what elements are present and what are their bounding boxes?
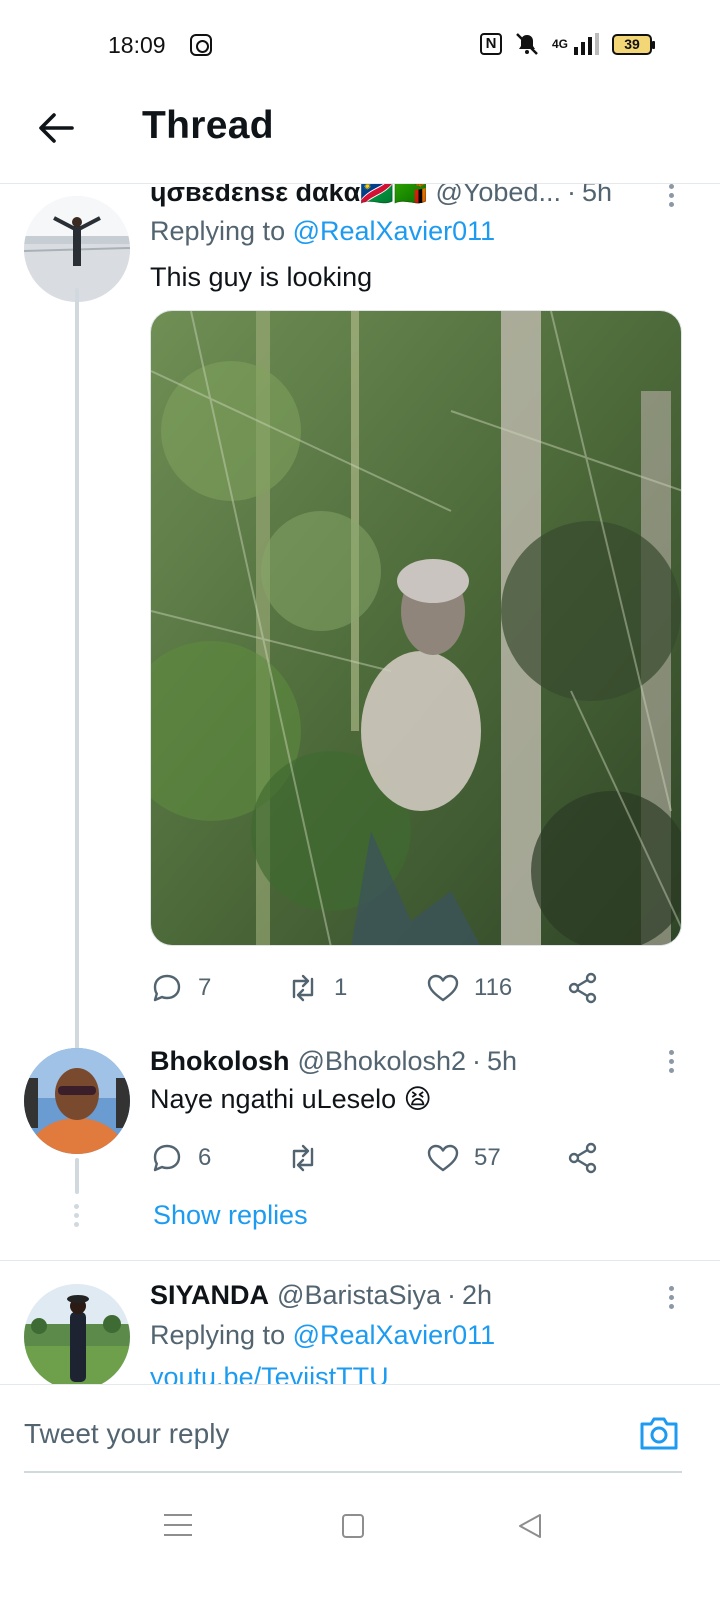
battery-icon: 39	[612, 33, 655, 55]
share-icon	[568, 972, 597, 1004]
tweet-text: This guy is looking	[150, 262, 373, 292]
heart-icon	[427, 1144, 459, 1172]
divider	[0, 1260, 720, 1261]
reply-icon	[153, 1144, 181, 1172]
retweet-icon	[292, 1144, 314, 1172]
reply-count: 7	[198, 974, 212, 1001]
author-handle[interactable]: @BaristaSiya	[277, 1280, 441, 1311]
avatar[interactable]	[24, 196, 130, 302]
status-icons: N 4G 39	[479, 32, 655, 56]
signal-icon	[574, 33, 599, 55]
replying-to-link[interactable]: @RealXavier011	[293, 216, 496, 246]
reply-count: 6	[198, 1144, 212, 1171]
thread-feed[interactable]: ɥσвεdεnsε dαkα🇳🇦🇿🇲 @Yobed... · 5h Replyi…	[0, 184, 720, 1392]
more-options-icon[interactable]	[668, 1286, 674, 1314]
avatar[interactable]	[24, 1048, 130, 1154]
retweet-button[interactable]	[286, 1138, 334, 1178]
tweet-time: 5h	[487, 1046, 518, 1076]
more-options-icon[interactable]	[668, 184, 674, 212]
status-bar: 18:09 N 4G 39	[0, 0, 720, 92]
status-time: 18:09	[108, 32, 166, 58]
mute-icon	[516, 33, 538, 55]
tweet-header: Bhokolosh @Bhokolosh2 · 5h	[150, 1046, 690, 1077]
replying-label: Replying to	[150, 1320, 286, 1350]
reply-button[interactable]: 7	[150, 968, 211, 1008]
recent-apps-icon[interactable]	[164, 1514, 192, 1542]
system-nav-bar	[0, 1486, 720, 1600]
replying-label: Replying to	[150, 216, 286, 246]
replying-to-link[interactable]: @RealXavier011	[293, 1320, 496, 1350]
thread-line	[75, 288, 79, 1048]
author-handle[interactable]: @Yobed...	[435, 184, 561, 208]
network-type: 4G	[551, 37, 568, 51]
tweet-header: ɥσвεdεnsε dαkα🇳🇦🇿🇲 @Yobed... · 5h	[150, 184, 690, 208]
retweet-button[interactable]: 1	[286, 968, 347, 1008]
tweet-actions: 7 1 116	[150, 968, 610, 1008]
separator: ·	[447, 1280, 457, 1310]
like-button[interactable]: 116	[426, 968, 512, 1008]
avatar[interactable]	[24, 1284, 130, 1390]
back-icon[interactable]	[516, 1512, 544, 1540]
show-replies-link[interactable]: Show replies	[153, 1200, 308, 1231]
arrow-left-icon[interactable]	[36, 108, 76, 148]
tweet-time: 2h	[462, 1280, 493, 1310]
like-button[interactable]: 57	[426, 1138, 501, 1178]
thread-line	[75, 1158, 79, 1194]
reply-button[interactable]: 6	[150, 1138, 211, 1178]
share-button[interactable]	[566, 968, 600, 1008]
tweet[interactable]: Bhokolosh @Bhokolosh2 · 5h Naye ngathi u…	[0, 1044, 720, 1260]
tweet-time: 5h	[581, 184, 613, 207]
tweet[interactable]: SIYANDA @BaristaSiya · 2h Replying to @R…	[0, 1278, 720, 1392]
like-count: 116	[474, 974, 513, 1001]
nfc-icon: N	[479, 33, 502, 55]
author-name[interactable]: ɥσвεdεnsε dαkα🇳🇦🇿🇲	[150, 184, 427, 208]
reply-bar	[0, 1384, 720, 1484]
instagram-icon	[190, 34, 212, 56]
retweet-icon	[292, 974, 314, 1002]
replying-to: Replying to @RealXavier011	[150, 216, 495, 247]
camera-icon[interactable]	[638, 1413, 680, 1453]
author-handle[interactable]: @Bhokolosh2	[298, 1046, 467, 1077]
header: Thread	[0, 92, 720, 184]
reply-input[interactable]	[24, 1385, 682, 1473]
separator: ·	[566, 184, 576, 207]
tweet-text: Naye ngathi uLeselo 😫	[150, 1084, 432, 1114]
share-icon	[568, 1142, 597, 1174]
home-icon[interactable]	[342, 1514, 364, 1538]
author-name[interactable]: SIYANDA	[150, 1280, 269, 1311]
share-button[interactable]	[566, 1138, 600, 1178]
page-title: Thread	[142, 104, 274, 147]
heart-icon	[427, 974, 459, 1002]
separator: ·	[472, 1046, 482, 1076]
tweet-header: SIYANDA @BaristaSiya · 2h	[150, 1280, 690, 1311]
author-name[interactable]: Bhokolosh	[150, 1046, 290, 1077]
retweet-count: 1	[334, 974, 348, 1001]
tweet-actions: 6 57	[150, 1138, 610, 1178]
reply-icon	[153, 974, 181, 1002]
more-options-icon[interactable]	[668, 1050, 674, 1078]
tweet-media-image[interactable]	[150, 310, 682, 946]
replying-to: Replying to @RealXavier011	[150, 1320, 495, 1351]
thread-dots	[74, 1204, 80, 1231]
tweet[interactable]: ɥσвεdεnsε dαkα🇳🇦🇿🇲 @Yobed... · 5h Replyi…	[0, 184, 720, 1048]
like-count: 57	[474, 1144, 501, 1171]
